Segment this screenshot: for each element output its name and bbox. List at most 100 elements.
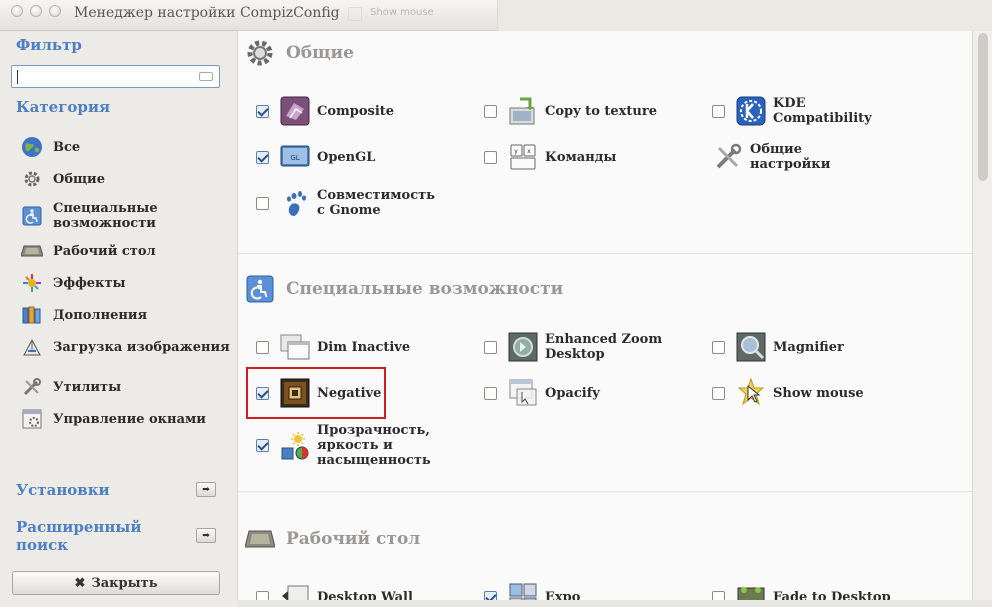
minimize-window-icon[interactable]	[30, 5, 42, 17]
dim-inactive-icon	[279, 331, 311, 363]
plugin-kde-compatibility[interactable]: KDE Compatibility	[712, 95, 883, 127]
window-management-icon	[20, 407, 44, 431]
fade-to-desktop-icon	[735, 581, 767, 600]
plugin-checkbox[interactable]	[712, 104, 725, 118]
category-label: Дополнения	[53, 307, 148, 323]
gear-icon	[20, 167, 44, 191]
plugin-general-options[interactable]: Общие настройки	[712, 141, 860, 173]
sidebar-item-general[interactable]: Общие	[20, 167, 230, 191]
composite-icon	[279, 95, 311, 127]
close-button[interactable]: ✖ Закрыть	[12, 571, 220, 595]
section-desktop-title: Рабочий стол	[244, 523, 420, 555]
opacity-brightness-icon	[279, 430, 311, 462]
gnome-icon	[279, 187, 311, 219]
category-label: Все	[53, 139, 81, 155]
plugin-checkbox[interactable]	[484, 150, 497, 164]
sidebar-item-effects[interactable]: Эффекты	[20, 271, 230, 295]
settings-heading[interactable]: Установки	[16, 481, 110, 499]
plugin-checkbox[interactable]	[256, 340, 269, 354]
plugin-checkbox[interactable]	[484, 104, 497, 118]
sidebar-item-extras[interactable]: Дополнения	[20, 303, 230, 327]
utilities-icon	[20, 375, 44, 399]
plugin-opengl[interactable]: GL OpenGL	[256, 141, 375, 173]
show-mouse-icon	[735, 377, 767, 409]
category-label: Эффекты	[53, 275, 126, 291]
background-window	[497, 0, 992, 31]
sidebar-item-window-management[interactable]: Управление окнами	[20, 407, 230, 431]
kde-icon	[735, 95, 767, 127]
sidebar-item-utilities[interactable]: Утилиты	[20, 375, 230, 399]
ghost-window-icon	[348, 7, 362, 21]
plugin-opacity-brightness-saturation[interactable]: Прозрачность, яркость и насыщенность	[256, 423, 437, 468]
section-divider	[238, 253, 972, 254]
image-loading-icon	[20, 335, 44, 359]
close-window-icon[interactable]	[11, 5, 23, 17]
sidebar-item-accessibility[interactable]: Специальные возможности	[20, 201, 230, 231]
plugin-magnifier[interactable]: Magnifier	[712, 331, 844, 363]
extras-icon	[20, 303, 44, 327]
plugin-copy-to-texture[interactable]: Copy to texture	[484, 95, 657, 127]
plugin-checkbox[interactable]	[712, 590, 725, 600]
plugin-expo[interactable]: Expo	[484, 581, 580, 600]
section-accessibility-title: Специальные возможности	[244, 273, 563, 305]
category-label: Специальные возможности	[53, 201, 158, 231]
plugin-checkbox[interactable]	[256, 590, 269, 600]
category-label: Рабочий стол	[53, 243, 156, 259]
category-label: Загрузка изображения	[53, 339, 230, 355]
plugin-checkbox[interactable]	[256, 104, 269, 118]
maximize-window-icon[interactable]	[49, 5, 61, 17]
title-bar: Менеджер настройки CompizConfig Show mou…	[0, 0, 992, 31]
plugin-checkbox[interactable]	[484, 386, 497, 400]
plugin-checkbox[interactable]	[256, 150, 269, 164]
plugin-checkbox[interactable]	[484, 340, 497, 354]
window-bottom-edge	[237, 600, 992, 607]
ghost-window-title: Show mouse	[370, 7, 434, 18]
sidebar-item-desktop[interactable]: Рабочий стол	[20, 239, 230, 263]
advanced-search-expand-button[interactable]: ➡	[196, 528, 216, 543]
section-general-title: Общие	[244, 37, 354, 69]
scrollbar-thumb[interactable]	[978, 33, 988, 181]
plugin-gnome-compatibility[interactable]: Совместимость с Gnome	[256, 187, 437, 219]
text-caret	[17, 70, 18, 84]
window-title: Менеджер настройки CompizConfig	[74, 5, 340, 21]
effects-icon	[20, 271, 44, 295]
plugin-checkbox[interactable]	[256, 439, 269, 452]
settings-expand-button[interactable]: ➡	[196, 482, 216, 497]
globe-icon	[20, 135, 44, 159]
plugin-checkbox[interactable]	[256, 196, 269, 210]
plugin-dim-inactive[interactable]: Dim Inactive	[256, 331, 410, 363]
section-divider	[238, 491, 972, 492]
copy-to-texture-icon	[507, 95, 539, 127]
clear-icon[interactable]	[199, 72, 213, 81]
category-label: Утилиты	[53, 379, 122, 395]
category-heading: Категория	[16, 98, 111, 116]
expo-icon	[507, 581, 539, 600]
arrow-right-icon: ➡	[202, 530, 210, 541]
plugin-commands[interactable]: yx Команды	[484, 141, 616, 173]
accessibility-icon	[20, 204, 44, 228]
tools-icon	[712, 141, 744, 173]
category-label: Общие	[53, 171, 105, 187]
plugin-opacify[interactable]: Opacify	[484, 377, 600, 409]
vertical-scrollbar[interactable]	[972, 31, 992, 600]
sidebar-item-image-loading[interactable]: Загрузка изображения	[20, 335, 230, 359]
magnifier-icon	[735, 331, 767, 363]
svg-text:x: x	[527, 148, 531, 155]
plugin-checkbox[interactable]	[712, 340, 725, 354]
commands-icon: yx	[507, 141, 539, 173]
filter-heading: Фильтр	[16, 36, 82, 54]
plugin-composite[interactable]: Composite	[256, 95, 394, 127]
plugin-fade-to-desktop[interactable]: Fade to Desktop	[712, 581, 891, 600]
desktop-wall-icon	[279, 581, 311, 600]
plugin-checkbox[interactable]	[484, 590, 497, 600]
advanced-search-heading[interactable]: Расширенный поиск	[16, 518, 166, 554]
plugin-show-mouse[interactable]: Show mouse	[712, 377, 864, 409]
arrow-right-icon: ➡	[202, 484, 210, 495]
desktop-icon	[244, 523, 276, 555]
opengl-icon: GL	[279, 141, 311, 173]
filter-search-input[interactable]	[11, 65, 220, 88]
plugin-enhanced-zoom[interactable]: Enhanced Zoom Desktop	[484, 331, 665, 363]
plugin-desktop-wall[interactable]: Desktop Wall	[256, 581, 413, 600]
sidebar-item-all[interactable]: Все	[20, 135, 230, 159]
plugin-checkbox[interactable]	[712, 386, 725, 400]
